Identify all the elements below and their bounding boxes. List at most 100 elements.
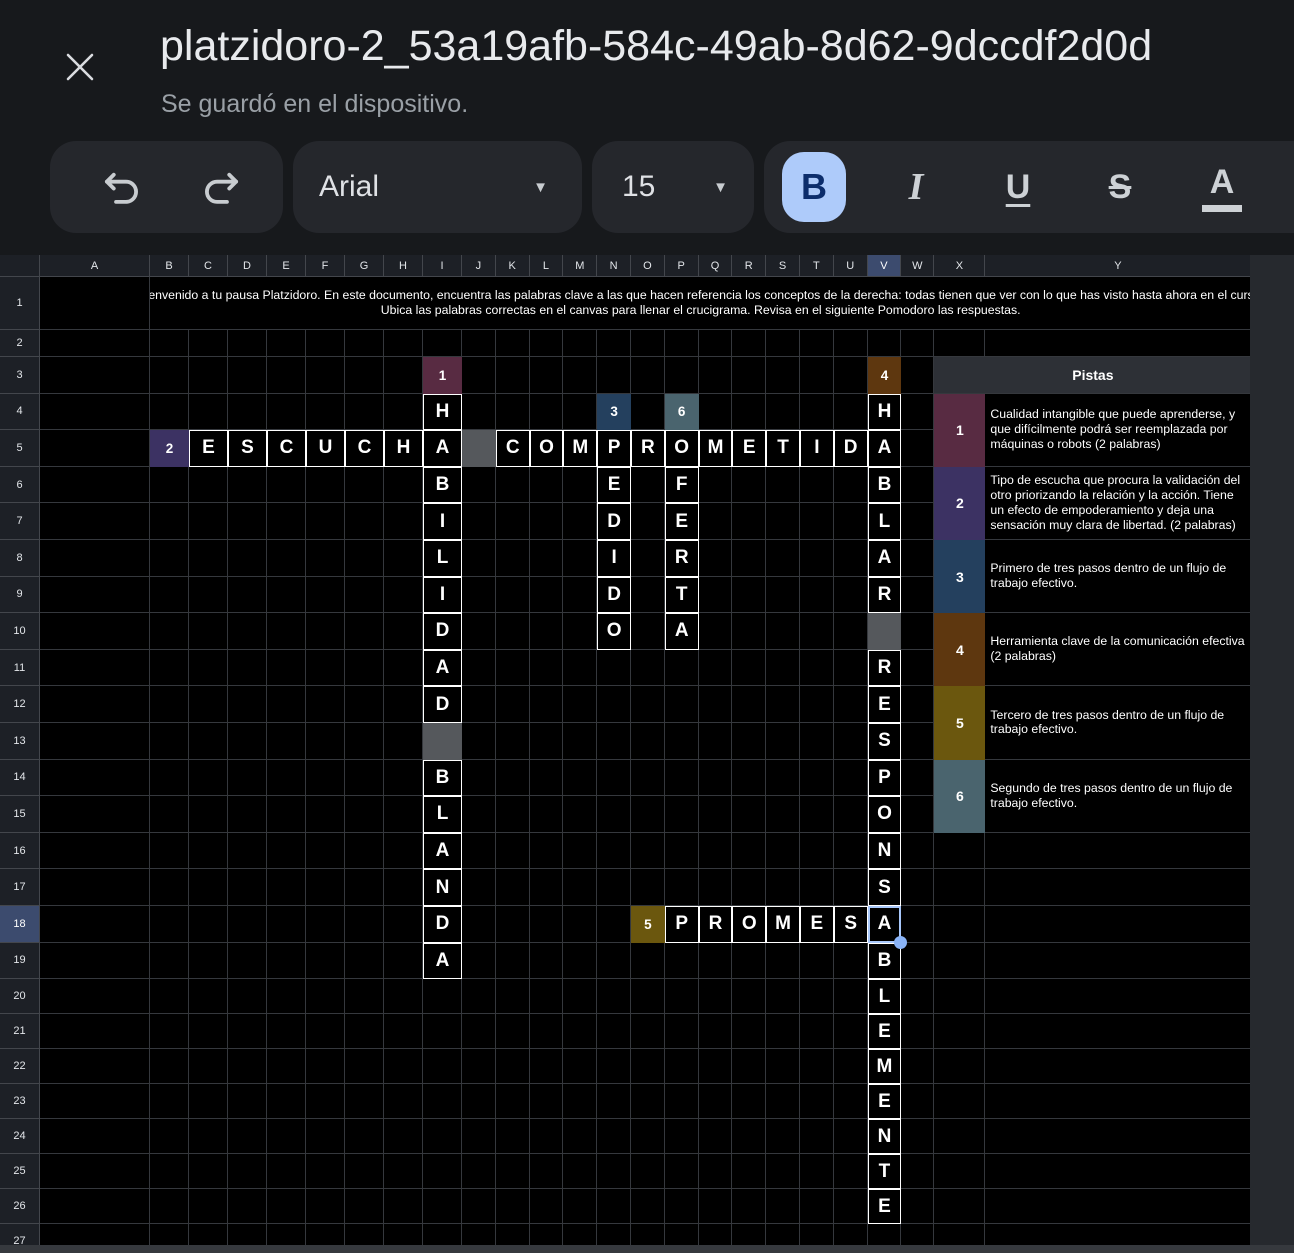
cell-N27[interactable]	[597, 1224, 631, 1245]
cell-P17[interactable]	[664, 869, 699, 906]
letter-cell-habilidad-B[interactable]: B	[423, 466, 462, 504]
cell-P13[interactable]	[664, 722, 699, 760]
cell-O21[interactable]	[630, 1014, 665, 1050]
cell-R4[interactable]	[732, 393, 767, 431]
cell-T8[interactable]	[799, 539, 834, 577]
cell-D2[interactable]	[228, 330, 267, 357]
cell-F25[interactable]	[306, 1154, 345, 1190]
cell-F27[interactable]	[306, 1224, 345, 1245]
cell-U19[interactable]	[833, 942, 868, 980]
cell-X25[interactable]	[934, 1154, 986, 1190]
cell-N13[interactable]	[597, 722, 631, 760]
column-header-K[interactable]: K	[495, 255, 530, 277]
cell-C23[interactable]	[189, 1084, 228, 1120]
cell-F2[interactable]	[306, 330, 345, 357]
column-header-T[interactable]: T	[799, 255, 834, 277]
letter-cell-escucha-S[interactable]: S	[228, 430, 267, 467]
cell-H3[interactable]	[384, 357, 423, 394]
cell-R20[interactable]	[732, 979, 767, 1015]
cell-A12[interactable]	[40, 686, 150, 723]
cell-T26[interactable]	[799, 1189, 834, 1225]
cell-H25[interactable]	[384, 1154, 423, 1190]
cell-N2[interactable]	[597, 330, 631, 357]
cell-O6[interactable]	[630, 466, 665, 504]
cell-J18[interactable]	[462, 905, 496, 943]
cell-F16[interactable]	[306, 832, 345, 870]
cell-F17[interactable]	[306, 869, 345, 906]
cell-E19[interactable]	[267, 942, 306, 980]
cell-N17[interactable]	[597, 869, 631, 906]
cell-D10[interactable]	[228, 613, 267, 650]
letter-cell-habilidad-I[interactable]: I	[423, 576, 462, 614]
cell-W3[interactable]	[901, 357, 935, 394]
cell-O15[interactable]	[630, 796, 665, 833]
column-header-C[interactable]: C	[189, 255, 228, 277]
cell-N26[interactable]	[597, 1189, 631, 1225]
letter-cell-comprometida-E[interactable]: E	[732, 430, 767, 467]
cell-T17[interactable]	[799, 869, 834, 906]
cell-J20[interactable]	[462, 979, 496, 1015]
cell-G15[interactable]	[345, 796, 384, 833]
letter-cell-responsablemente-E[interactable]: E	[867, 1084, 902, 1120]
row-header-16[interactable]: 16	[0, 832, 40, 870]
cell-F11[interactable]	[306, 649, 345, 687]
cell-K15[interactable]	[495, 796, 530, 833]
cell-E2[interactable]	[267, 330, 306, 357]
cell-E21[interactable]	[267, 1014, 306, 1050]
cell-A22[interactable]	[40, 1049, 150, 1085]
cell-G9[interactable]	[345, 576, 384, 614]
letter-cell-responsablemente-E[interactable]: E	[867, 1014, 902, 1050]
cell-K25[interactable]	[495, 1154, 530, 1190]
cell-R27[interactable]	[732, 1224, 767, 1245]
cell-J21[interactable]	[462, 1014, 496, 1050]
cell-C15[interactable]	[189, 796, 228, 833]
cell-N24[interactable]	[597, 1119, 631, 1155]
cell-S11[interactable]	[766, 649, 800, 687]
cell-E23[interactable]	[267, 1084, 306, 1120]
cell-U14[interactable]	[833, 759, 868, 797]
cell-U10[interactable]	[833, 613, 868, 650]
cell-Y2[interactable]	[985, 330, 1250, 357]
cell-G21[interactable]	[345, 1014, 384, 1050]
cell-D13[interactable]	[228, 722, 267, 760]
cell-Q11[interactable]	[698, 649, 733, 687]
cell-J9[interactable]	[462, 576, 496, 614]
cell-P26[interactable]	[664, 1189, 699, 1225]
letter-cell-blanda-A[interactable]: A	[423, 942, 462, 980]
font-family-select[interactable]: Arial ▼	[293, 141, 582, 233]
cell-E18[interactable]	[267, 905, 306, 943]
cell-I21[interactable]	[423, 1014, 462, 1050]
cell-X24[interactable]	[934, 1119, 986, 1155]
cell-I27[interactable]	[423, 1224, 462, 1245]
cell-W10[interactable]	[901, 613, 935, 650]
cell-H18[interactable]	[384, 905, 423, 943]
cell-O12[interactable]	[630, 686, 665, 723]
cell-E6[interactable]	[267, 466, 306, 504]
cell-T20[interactable]	[799, 979, 834, 1015]
cell-L12[interactable]	[529, 686, 564, 723]
column-header-J[interactable]: J	[462, 255, 496, 277]
cell-C27[interactable]	[189, 1224, 228, 1245]
cell-E8[interactable]	[267, 539, 306, 577]
cell-K4[interactable]	[495, 393, 530, 431]
cell-W20[interactable]	[901, 979, 935, 1015]
cell-D8[interactable]	[228, 539, 267, 577]
cell-O10[interactable]	[630, 613, 665, 650]
cell-Q4[interactable]	[698, 393, 733, 431]
column-header-P[interactable]: P	[664, 255, 699, 277]
cell-T24[interactable]	[799, 1119, 834, 1155]
cell-M10[interactable]	[563, 613, 598, 650]
cell-O2[interactable]	[630, 330, 665, 357]
cell-Y19[interactable]	[985, 942, 1250, 980]
letter-cell-oferta-E[interactable]: E	[664, 503, 699, 540]
cell-U4[interactable]	[833, 393, 868, 431]
clue-text-6[interactable]: Segundo de tres pasos dentro de un flujo…	[985, 759, 1250, 833]
cell-K22[interactable]	[495, 1049, 530, 1085]
cell-W14[interactable]	[901, 759, 935, 797]
cell-C22[interactable]	[189, 1049, 228, 1085]
spacer-cell-I13[interactable]	[423, 722, 462, 760]
row-header-23[interactable]: 23	[0, 1084, 40, 1120]
cell-E25[interactable]	[267, 1154, 306, 1190]
cell-T23[interactable]	[799, 1084, 834, 1120]
letter-cell-hablar-H[interactable]: H	[867, 393, 902, 431]
